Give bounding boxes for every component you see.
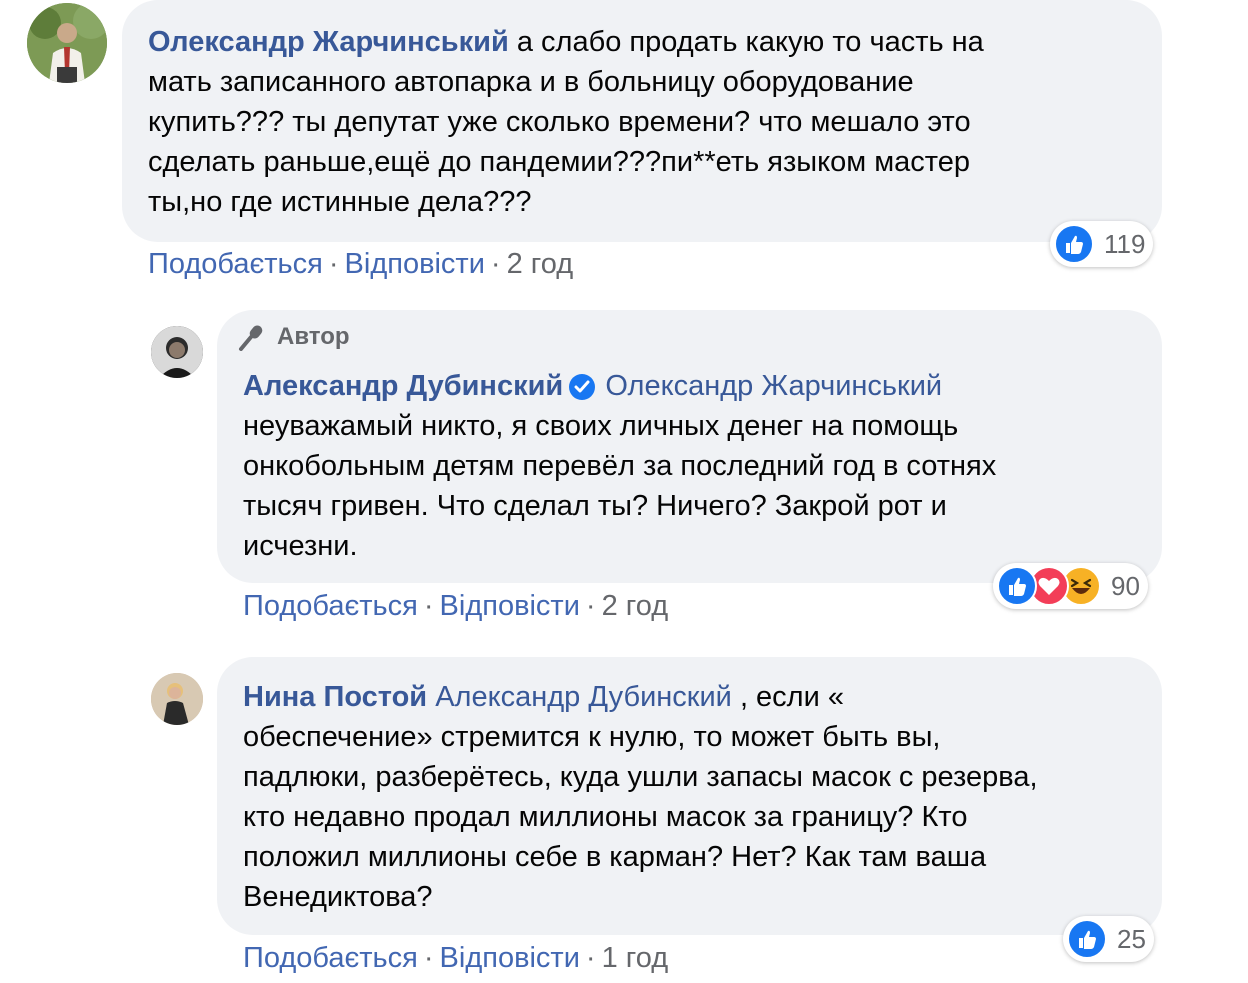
avatar[interactable]	[151, 326, 203, 378]
like-button[interactable]: Подобається	[148, 248, 323, 280]
microphone-icon	[239, 325, 263, 351]
comment-text-line: , если «	[739, 681, 844, 713]
comment-text-line: а слабо продать какую то часть на	[516, 26, 984, 58]
comment-text-line: неуважамый никто, я своих личных денег н…	[243, 410, 959, 442]
comment-actions: Подобається · Відповісти · 2 год	[243, 590, 668, 623]
like-reaction-icon	[1054, 224, 1094, 264]
reaction-summary[interactable]: 25	[1063, 916, 1154, 962]
reaction-count: 25	[1117, 923, 1146, 954]
comment-author[interactable]: Александр Дубинский	[243, 370, 563, 402]
comment-text-line: купить??? ты депутат уже сколько времени…	[148, 106, 971, 138]
reply-button[interactable]: Відповісти	[440, 942, 580, 974]
comment-text-line: онкобольным детям перевёл за последний г…	[243, 450, 997, 482]
comment-timestamp[interactable]: 1 год	[602, 942, 669, 974]
comment-author[interactable]: Нина Постой	[243, 681, 427, 713]
reaction-count: 119	[1104, 228, 1146, 259]
mention-link[interactable]: Александр Дубинский	[435, 681, 732, 713]
comment-timestamp[interactable]: 2 год	[507, 248, 574, 280]
reaction-count: 90	[1111, 570, 1140, 601]
reply-button[interactable]: Відповісти	[345, 248, 485, 280]
reply-button[interactable]: Відповісти	[440, 590, 580, 622]
comment-text-line: тысяч гривен. Что сделал ты? Ничего? Зак…	[243, 490, 947, 522]
comment-text: Олександр Жарчинський а слабо продать ка…	[148, 22, 1148, 222]
author-badge: Автор	[237, 323, 350, 351]
like-reaction-icon	[997, 566, 1037, 606]
comment-text-line: положил миллионы себе в карман? Нет? Как…	[243, 841, 987, 873]
separator: ·	[423, 942, 434, 974]
like-reaction-icon	[1067, 919, 1107, 959]
like-button[interactable]: Подобається	[243, 590, 418, 622]
avatar[interactable]	[151, 673, 203, 725]
comment-text-line: падлюки, разберётесь, куда ушли запасы м…	[243, 761, 1038, 793]
separator: ·	[585, 590, 596, 622]
comment-timestamp[interactable]: 2 год	[602, 590, 669, 622]
like-button[interactable]: Подобається	[243, 942, 418, 974]
comment-text-line: кто недавно продал миллионы масок за гра…	[243, 801, 968, 833]
avatar[interactable]	[27, 3, 107, 83]
avatar-image	[151, 326, 203, 378]
verified-badge-icon	[567, 372, 597, 402]
comment-text-line: сделать раньше,ещё до пандемии???пи**еть…	[148, 146, 971, 178]
comment-text-line: мать записанного автопарка и в больницу …	[148, 66, 914, 98]
avatar-image	[151, 673, 203, 725]
separator: ·	[585, 942, 596, 974]
comment-author[interactable]: Олександр Жарчинський	[148, 26, 509, 58]
comment-actions: Подобається · Відповісти · 2 год	[148, 248, 573, 281]
comment-text: Александр Дубинский Олександр Жарчинськи…	[243, 366, 1153, 566]
reaction-summary[interactable]: 119	[1050, 221, 1154, 267]
comment-text: Нина Постой Александр Дубинский , если «…	[243, 677, 1153, 917]
separator: ·	[328, 248, 339, 280]
separator: ·	[423, 590, 434, 622]
author-badge-label: Автор	[277, 323, 350, 350]
comment-text-line: обеспечение» стремится к нулю, то может …	[243, 721, 941, 753]
reaction-summary[interactable]: 90	[993, 563, 1148, 609]
avatar-image	[27, 3, 107, 83]
mention-link[interactable]: Олександр Жарчинський	[605, 370, 942, 402]
comment-actions: Подобається · Відповісти · 1 год	[243, 942, 668, 975]
comment-text-line: ты,но где истинные дела???	[148, 186, 532, 218]
separator: ·	[490, 248, 501, 280]
comment-text-line: Венедиктова?	[243, 881, 433, 913]
comment-text-line: исчезни.	[243, 530, 358, 562]
